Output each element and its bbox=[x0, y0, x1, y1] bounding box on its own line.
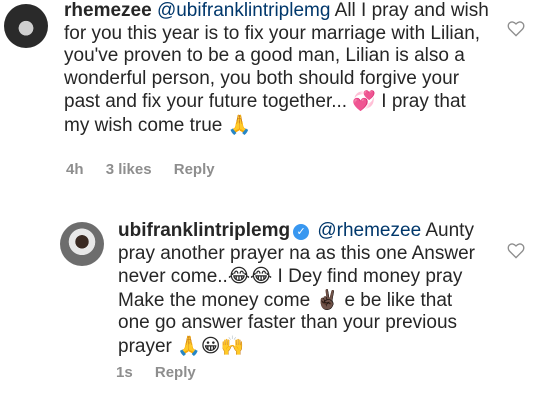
avatar[interactable] bbox=[60, 222, 104, 266]
comment-body: rhemezee @ubifranklintriplemg All I pray… bbox=[64, 0, 494, 138]
verified-badge-icon: ✓ bbox=[293, 224, 310, 240]
comment-body: ubifranklintriplemg ✓ @rhemezee Aunty pra… bbox=[118, 220, 488, 359]
victory-hand-emoji: ✌🏿 bbox=[315, 288, 340, 311]
prayer-emoji: 🙏 bbox=[227, 113, 252, 136]
comment-username[interactable]: ubifranklintriplemg bbox=[118, 220, 290, 241]
reply-button[interactable]: Reply bbox=[155, 364, 196, 381]
comment-time: 4h bbox=[66, 161, 84, 178]
comment-mention[interactable]: @rhemezee bbox=[317, 220, 421, 241]
heart-icon[interactable] bbox=[507, 242, 525, 259]
comment-meta: 1s Reply bbox=[116, 364, 214, 381]
comments-page: rhemezee @ubifranklintriplemg All I pray… bbox=[0, 0, 544, 410]
heart-emoji: 💞 bbox=[352, 90, 377, 113]
likes-count[interactable]: 3 likes bbox=[106, 161, 152, 178]
avatar[interactable] bbox=[4, 4, 48, 48]
prayer-smile-celebrate-emoji: 🙏😀🙌 bbox=[177, 334, 245, 357]
laughing-emoji: 😂😂 bbox=[227, 265, 273, 288]
comment-meta: 4h 3 likes Reply bbox=[66, 161, 233, 178]
comment-time: 1s bbox=[116, 364, 133, 381]
comment-mention[interactable]: @ubifranklintriplemg bbox=[157, 0, 330, 21]
reply-button[interactable]: Reply bbox=[174, 161, 215, 178]
heart-icon[interactable] bbox=[507, 20, 525, 37]
comment-username[interactable]: rhemezee bbox=[64, 0, 152, 21]
